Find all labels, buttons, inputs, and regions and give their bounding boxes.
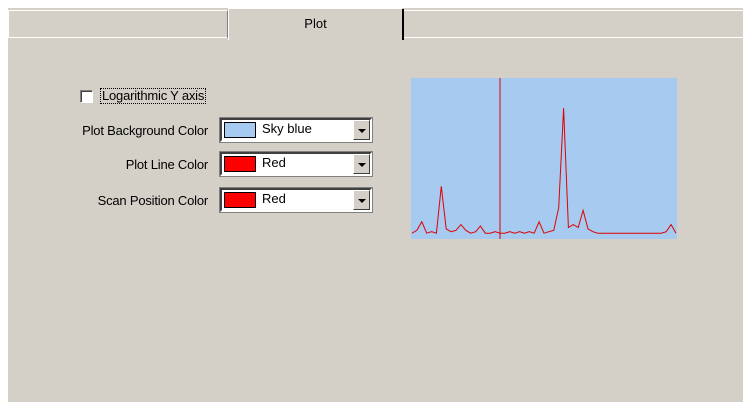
scan-position-color-dropdown-button[interactable] bbox=[353, 190, 370, 210]
chevron-down-icon bbox=[358, 199, 366, 203]
scan-position-color-label: Scan Position Color bbox=[97, 193, 209, 208]
scan-position-color-select[interactable]: Red bbox=[219, 187, 373, 213]
plot-line-color-value: Red bbox=[262, 155, 286, 170]
tab-plot-label: Plot bbox=[304, 16, 327, 31]
tab-strip: Plot bbox=[8, 8, 743, 40]
scan-position-color-value: Red bbox=[262, 191, 286, 206]
plot-line-color-swatch bbox=[224, 156, 256, 172]
plot-background-color-dropdown-button[interactable] bbox=[353, 120, 370, 140]
options-dialog: Plot Logarithmic Y axis Plot Background … bbox=[8, 8, 743, 402]
plot-preview bbox=[411, 78, 677, 239]
tab-strip-right bbox=[404, 10, 743, 38]
plot-background-color-swatch bbox=[224, 122, 256, 138]
logarithmic-y-axis-checkbox[interactable] bbox=[80, 89, 93, 103]
tab-plot[interactable]: Plot bbox=[228, 8, 404, 40]
tab-strip-left bbox=[8, 10, 228, 38]
plot-background-color-select[interactable]: Sky blue bbox=[219, 117, 373, 143]
plot-background-color-value: Sky blue bbox=[262, 121, 312, 136]
plot-background-color-label: Plot Background Color bbox=[82, 123, 208, 138]
plot-line-color-label: Plot Line Color bbox=[125, 157, 208, 172]
chevron-down-icon bbox=[358, 163, 366, 167]
plot-line-color-dropdown-button[interactable] bbox=[353, 154, 370, 174]
plot-preview-background bbox=[411, 78, 677, 239]
logarithmic-y-axis-option[interactable]: Logarithmic Y axis bbox=[80, 88, 207, 104]
chevron-down-icon bbox=[358, 129, 366, 133]
plot-line-color-select[interactable]: Red bbox=[219, 151, 373, 177]
logarithmic-y-axis-label: Logarithmic Y axis bbox=[100, 88, 207, 104]
scan-position-color-swatch bbox=[224, 192, 256, 208]
